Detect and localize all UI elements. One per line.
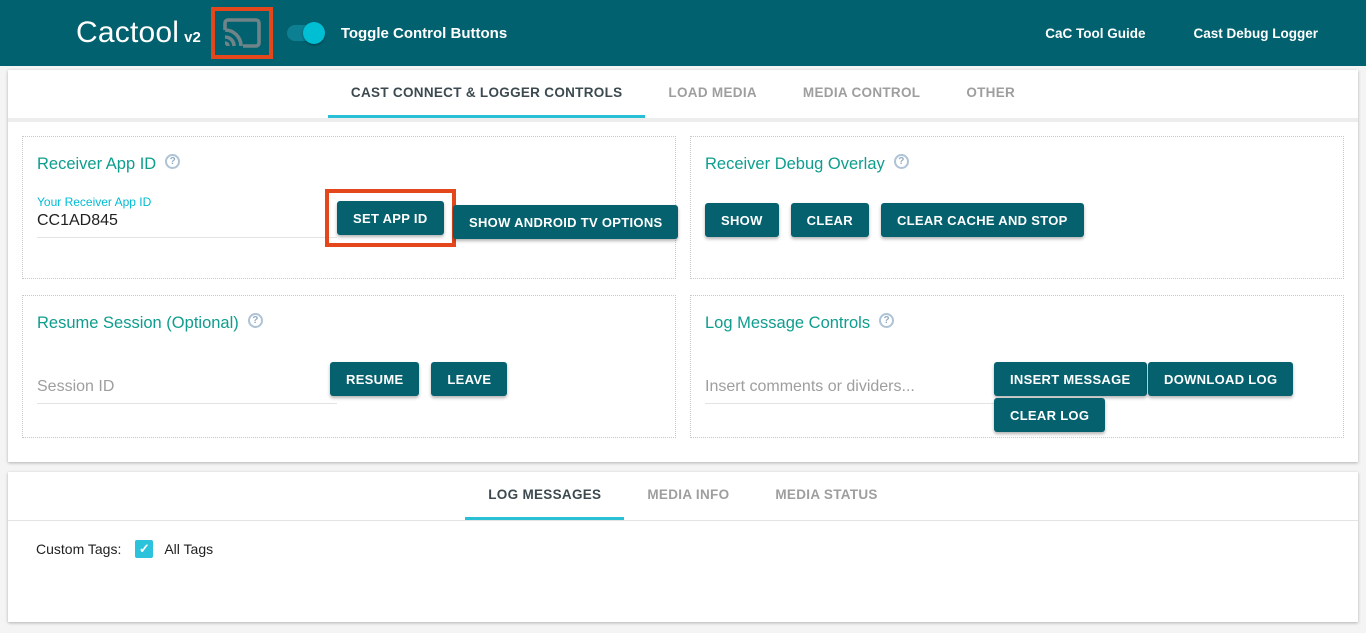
set-app-id-highlight-box: SET APP ID (325, 189, 456, 247)
receiver-app-id-title: Receiver App ID (37, 155, 156, 174)
control-panels-grid: Receiver App ID ? Your Receiver App ID S… (8, 122, 1358, 452)
help-icon[interactable]: ? (248, 313, 263, 328)
toggle-label: Toggle Control Buttons (341, 25, 507, 42)
tab-other[interactable]: OTHER (943, 70, 1038, 118)
tab-cast-connect-logger-controls[interactable]: CAST CONNECT & LOGGER CONTROLS (328, 70, 646, 118)
log-messages-card: LOG MESSAGES MEDIA INFO MEDIA STATUS Cus… (8, 472, 1358, 622)
log-message-field (705, 376, 1012, 404)
tab-media-control[interactable]: MEDIA CONTROL (780, 70, 943, 118)
clear-cache-and-stop-button[interactable]: CLEAR CACHE AND STOP (881, 203, 1084, 237)
receiver-debug-overlay-panel: Receiver Debug Overlay ? SHOW CLEAR CLEA… (690, 136, 1344, 279)
checkmark-icon: ✓ (139, 541, 150, 557)
resume-session-panel: Resume Session (Optional) ? RESUME LEAVE (22, 295, 676, 438)
receiver-app-id-title-row: Receiver App ID ? (37, 155, 180, 174)
header-links: CaC Tool Guide Cast Debug Logger (1045, 26, 1318, 41)
app-header: Cactool v2 Toggle Control Buttons CaC To… (0, 0, 1366, 66)
log-message-controls-panel: Log Message Controls ? INSERT MESSAGE DO… (690, 295, 1344, 438)
log-message-controls-title-row: Log Message Controls ? (705, 314, 894, 333)
show-android-tv-options-button[interactable]: SHOW ANDROID TV OPTIONS (453, 205, 678, 239)
cac-tool-guide-link[interactable]: CaC Tool Guide (1045, 26, 1145, 41)
download-log-button[interactable]: DOWNLOAD LOG (1148, 362, 1293, 396)
receiver-app-id-field: Your Receiver App ID (37, 195, 337, 238)
help-icon[interactable]: ? (879, 313, 894, 328)
log-message-input[interactable] (705, 376, 1012, 404)
app-version: v2 (184, 29, 201, 46)
receiver-app-id-field-label: Your Receiver App ID (37, 195, 337, 209)
receiver-debug-overlay-title-row: Receiver Debug Overlay ? (705, 155, 909, 174)
all-tags-label: All Tags (164, 541, 213, 557)
help-icon[interactable]: ? (894, 154, 909, 169)
custom-tags-label: Custom Tags: (36, 541, 121, 557)
clear-overlay-button[interactable]: CLEAR (791, 203, 869, 237)
log-message-controls-title: Log Message Controls (705, 314, 870, 333)
help-icon[interactable]: ? (165, 154, 180, 169)
tab-media-status[interactable]: MEDIA STATUS (752, 472, 900, 520)
all-tags-checkbox[interactable]: ✓ (135, 540, 153, 558)
cast-button-highlight-box (211, 7, 273, 59)
custom-tags-row: Custom Tags: ✓ All Tags (8, 521, 1358, 577)
receiver-app-id-input[interactable] (37, 210, 337, 238)
receiver-debug-overlay-title: Receiver Debug Overlay (705, 155, 885, 174)
cast-debug-logger-link[interactable]: Cast Debug Logger (1193, 26, 1318, 41)
session-id-input[interactable] (37, 376, 337, 404)
insert-message-button[interactable]: INSERT MESSAGE (994, 362, 1147, 396)
tab-log-messages[interactable]: LOG MESSAGES (465, 472, 624, 520)
tab-load-media[interactable]: LOAD MEDIA (645, 70, 780, 118)
receiver-app-id-panel: Receiver App ID ? Your Receiver App ID S… (22, 136, 676, 279)
controls-card: CAST CONNECT & LOGGER CONTROLS LOAD MEDI… (8, 70, 1358, 462)
main-tab-bar: CAST CONNECT & LOGGER CONTROLS LOAD MEDI… (8, 70, 1358, 118)
control-buttons-toggle[interactable] (287, 22, 325, 44)
debug-overlay-buttons: SHOW CLEAR CLEAR CACHE AND STOP (705, 203, 1084, 237)
tab-media-info[interactable]: MEDIA INFO (624, 472, 752, 520)
session-id-field (37, 376, 337, 404)
set-app-id-button[interactable]: SET APP ID (337, 201, 444, 235)
app-title: Cactool v2 (76, 16, 201, 50)
resume-session-title-row: Resume Session (Optional) ? (37, 314, 263, 333)
leave-button[interactable]: LEAVE (431, 362, 507, 396)
resume-session-title: Resume Session (Optional) (37, 314, 239, 333)
cast-icon[interactable] (220, 14, 264, 52)
log-tab-bar: LOG MESSAGES MEDIA INFO MEDIA STATUS (8, 472, 1358, 520)
resume-session-buttons: RESUME LEAVE (330, 362, 507, 396)
show-overlay-button[interactable]: SHOW (705, 203, 779, 237)
resume-button[interactable]: RESUME (330, 362, 419, 396)
app-title-text: Cactool (76, 16, 179, 50)
clear-log-button[interactable]: CLEAR LOG (994, 398, 1105, 432)
toggle-knob (303, 22, 325, 44)
